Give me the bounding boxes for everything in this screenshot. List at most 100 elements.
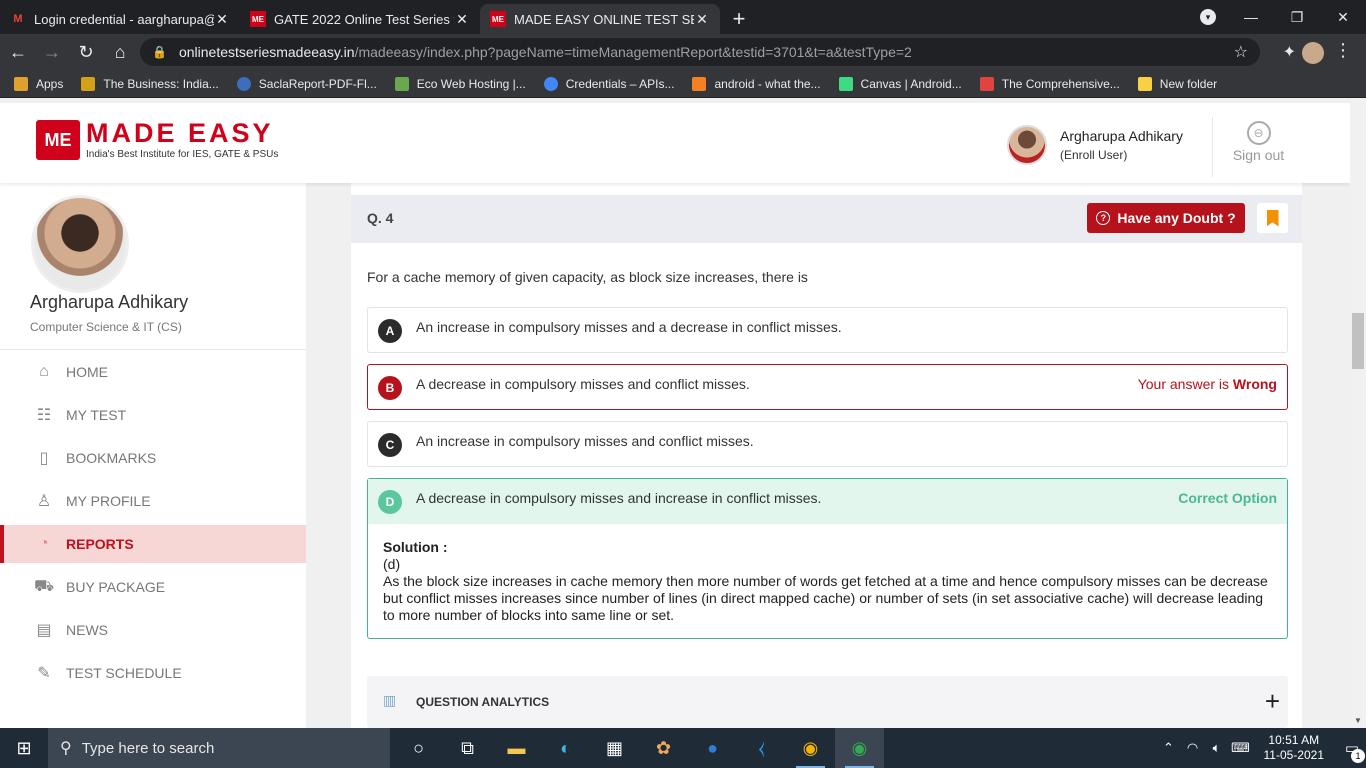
forward-icon[interactable]: → — [36, 36, 68, 68]
chrome-profile-icon[interactable]: ▾ — [1200, 9, 1216, 25]
your-answer-status: Your answer is Wrong — [1138, 376, 1277, 392]
sidebar-item-buy-package[interactable]: ⛟ BUY PACKAGE — [0, 568, 306, 606]
home-icon: ⌂ — [39, 363, 49, 380]
option-c[interactable]: C An increase in compulsory misses and c… — [367, 421, 1288, 467]
header-user[interactable]: Argharupa Adhikary (Enroll User) — [1007, 125, 1183, 165]
bookmark-label: Eco Web Hosting |... — [416, 76, 526, 91]
google-icon — [543, 76, 558, 91]
file-explorer-icon[interactable]: ▬ — [492, 728, 541, 768]
browser-toolbar: ← → ↻ ⌂ 🔒 onlinetestseriesmadeeasy.in/ma… — [0, 34, 1366, 70]
bookmark-star-icon[interactable]: ☆ — [1234, 42, 1248, 62]
bookmark-apps[interactable]: Apps — [14, 76, 63, 91]
doubt-label: Have any Doubt ? — [1117, 210, 1236, 226]
logo-mark: ME — [36, 120, 80, 160]
close-window-button[interactable]: ✕ — [1320, 0, 1366, 34]
close-tab-icon[interactable]: ✕ — [214, 11, 230, 28]
chevron-up-icon[interactable]: ⌃ — [1158, 740, 1180, 756]
maximize-button[interactable]: ❐ — [1274, 0, 1320, 34]
browser-tab-gate[interactable]: ME GATE 2022 Online Test Series for ✕ — [240, 4, 480, 34]
bookmark-item[interactable]: The Business: India... — [81, 76, 219, 91]
address-bar[interactable]: 🔒 onlinetestseriesmadeeasy.in/madeeasy/i… — [140, 38, 1260, 66]
chrome-icon[interactable]: ◉ — [786, 728, 835, 768]
bookmark-favicon — [394, 76, 409, 91]
your-answer-prefix: Your answer is — [1137, 376, 1230, 392]
bookmark-label: The Comprehensive... — [1001, 76, 1120, 91]
sidebar-item-my-test[interactable]: ☷ MY TEST — [0, 396, 306, 434]
avatar — [1007, 125, 1047, 165]
reload-icon[interactable]: ↻ — [70, 36, 102, 68]
option-d[interactable]: D A decrease in compulsory misses and in… — [367, 478, 1288, 639]
new-tab-button[interactable]: + — [724, 4, 754, 34]
wrong-label: Wrong — [1232, 376, 1277, 392]
task-view-icon[interactable]: ⧉ — [443, 728, 492, 768]
have-doubt-button[interactable]: ? Have any Doubt ? — [1087, 203, 1245, 233]
bookmark-question-button[interactable] — [1257, 203, 1288, 233]
paint-icon[interactable]: ✿ — [639, 728, 688, 768]
sidebar-item-bookmarks[interactable]: ▯ BOOKMARKS — [0, 439, 306, 477]
bookmark-item[interactable]: Eco Web Hosting |... — [394, 76, 526, 91]
notification-center-icon[interactable]: ▭ 1 — [1338, 739, 1366, 763]
volume-icon[interactable]: 🔈︎ — [1206, 740, 1228, 756]
sidebar-item-my-profile[interactable]: ♙ MY PROFILE — [0, 482, 306, 520]
bookmark-item[interactable]: Credentials – APIs... — [543, 76, 674, 91]
option-b[interactable]: B A decrease in compulsory misses and co… — [367, 364, 1288, 410]
bookmark-item[interactable]: Canvas | Android... — [838, 76, 962, 91]
menu-kebab-icon[interactable]: ⋮ — [1334, 40, 1352, 61]
browser-tab-madeeasy[interactable]: ME MADE EASY ONLINE TEST SERIES ✕ — [480, 4, 720, 34]
profile-avatar[interactable] — [1302, 42, 1324, 64]
chrome-active-icon[interactable]: ◉ — [835, 728, 884, 768]
bookmark-item[interactable]: android - what the... — [692, 76, 821, 91]
minimize-button[interactable]: — — [1228, 0, 1274, 34]
bookmark-folder[interactable]: New folder — [1137, 76, 1218, 91]
option-text: An increase in compulsory misses and con… — [416, 433, 754, 449]
sidebar-item-test-schedule[interactable]: ✎ TEST SCHEDULE — [0, 654, 306, 692]
clock[interactable]: 10:51 AM 11-05-2021 — [1264, 733, 1325, 763]
page-scrollbar[interactable]: ▼ — [1350, 98, 1366, 728]
scroll-down-arrow[interactable]: ▼ — [1350, 716, 1366, 728]
scrollbar-thumb[interactable] — [1352, 313, 1364, 369]
vscode-icon[interactable]: ⧼ — [737, 728, 786, 768]
bookmark-icon — [1266, 209, 1279, 227]
browser-tab-strip: M Login credential - aargharupa@gm ✕ ME … — [0, 0, 1366, 34]
home-icon[interactable]: ⌂ — [104, 36, 136, 68]
sidebar-user-name: Argharupa Adhikary — [30, 292, 189, 312]
url-host: onlinetestseriesmadeeasy.in — [178, 44, 355, 60]
folder-icon — [1137, 76, 1152, 91]
madeeasy-logo[interactable]: ME MADE EASY India's Best Institute for … — [36, 120, 278, 160]
expand-icon[interactable]: + — [1265, 686, 1280, 717]
bookmark-label: New folder — [1159, 76, 1218, 91]
lock-icon[interactable]: 🔒 — [152, 45, 167, 59]
store-icon[interactable]: ▦ — [590, 728, 639, 768]
wifi-icon[interactable]: ◠ — [1182, 740, 1204, 756]
option-a[interactable]: A An increase in compulsory misses and a… — [367, 307, 1288, 353]
sign-out-icon: ⊖ — [1246, 121, 1271, 145]
bookmark-label: android - what the... — [714, 76, 821, 91]
extensions-icon[interactable]: ✦ — [1283, 42, 1296, 62]
search-placeholder: Type here to search — [81, 739, 215, 757]
sidebar-item-home[interactable]: ⌂ HOME — [0, 353, 306, 391]
close-tab-icon[interactable]: ✕ — [694, 11, 710, 28]
cortana-icon[interactable]: ○ — [394, 728, 443, 768]
keyboard-icon[interactable]: ⌨ — [1230, 740, 1252, 756]
back-icon[interactable]: ← — [2, 36, 34, 68]
close-tab-icon[interactable]: ✕ — [454, 11, 470, 28]
sidebar-item-news[interactable]: ▤ NEWS — [0, 611, 306, 649]
taskbar-search[interactable]: ⚲ Type here to search — [48, 728, 390, 768]
bookmark-item[interactable]: The Comprehensive... — [979, 76, 1120, 91]
windows-start-icon[interactable]: ⊞ — [0, 728, 48, 768]
bookmark-item[interactable]: SaclaReport-PDF-Fl... — [236, 76, 377, 91]
apps-grid-icon — [14, 76, 28, 91]
browser-tab-gmail[interactable]: M Login credential - aargharupa@gm ✕ — [0, 4, 240, 34]
sidebar-item-reports[interactable]: ◔ REPORTS — [0, 525, 306, 563]
bookmark-favicon — [979, 76, 994, 91]
option-letter: A — [378, 319, 402, 343]
windows-taskbar: ⊞ ⚲ Type here to search ○ ⧉ ▬ ◐ ▦ ✿ ● ⧼ … — [0, 728, 1366, 768]
app-icon[interactable]: ● — [688, 728, 737, 768]
edge-icon[interactable]: ◐ — [541, 728, 590, 768]
option-letter: B — [378, 376, 402, 400]
question-analytics-panel[interactable]: ▥ QUESTION ANALYTICS + — [367, 676, 1288, 728]
sign-out-button[interactable]: ⊖ Sign out — [1212, 117, 1304, 177]
sidebar-item-label: MY TEST — [66, 407, 127, 423]
analytics-label: QUESTION ANALYTICS — [416, 695, 550, 709]
user-icon: ♙ — [36, 493, 52, 510]
